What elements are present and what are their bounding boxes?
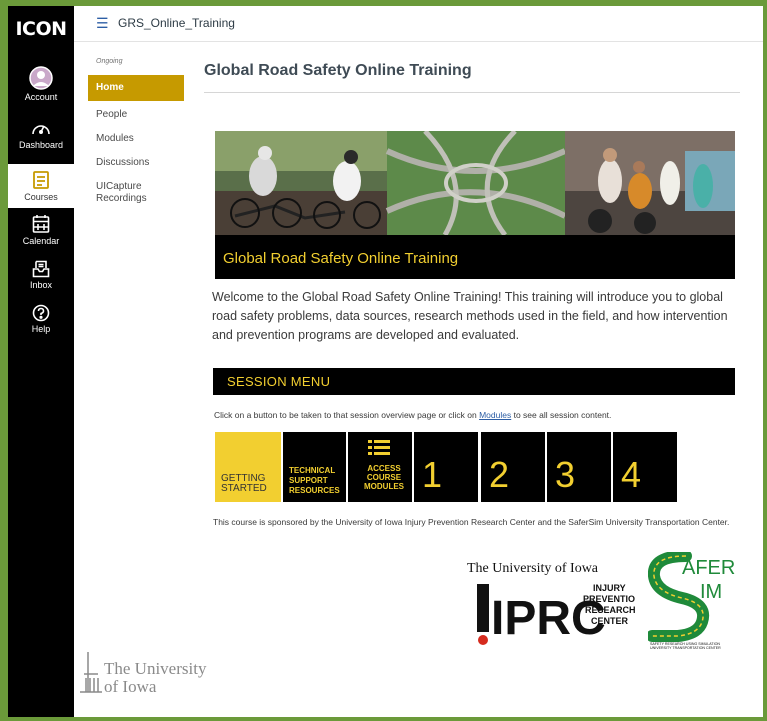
tile-access-modules-label: ACCESS COURSE MODULES <box>364 464 404 491</box>
course-nav-people[interactable]: People <box>88 105 184 125</box>
nav-calendar-label: Calendar <box>22 236 60 246</box>
dashboard-icon <box>32 125 50 135</box>
course-nav-modules[interactable]: Modules <box>88 129 184 149</box>
nav-inbox[interactable]: Inbox <box>8 260 74 296</box>
nav-dashboard-label: Dashboard <box>18 140 64 150</box>
safersim-logo: AFER IM SAFETY RESEARCH USING SIMULATION… <box>646 550 738 650</box>
nav-help-label: Help <box>31 324 51 334</box>
sponsor-text: This course is sponsored by the Universi… <box>213 517 730 527</box>
nav-courses[interactable]: Courses <box>8 164 74 208</box>
tile-session-2[interactable]: 2 <box>481 432 545 502</box>
tile-getting-started-label: GETTING STARTED <box>221 473 267 494</box>
iprc-logo: The University of Iowa IPRC INJURY PREVE… <box>465 558 642 648</box>
list-icon <box>368 440 390 455</box>
tile-session-3[interactable]: 3 <box>547 432 611 502</box>
iprc-line-2: PREVENTION <box>583 594 635 604</box>
uiowa-footer-logo: The University of Iowa <box>78 648 248 698</box>
iprc-line-3: RESEARCH <box>585 605 635 615</box>
nav-help[interactable]: Help <box>8 304 74 340</box>
session-menu-label: SESSION MENU <box>227 374 331 389</box>
calendar-icon <box>32 215 50 233</box>
hamburger-menu-icon[interactable]: ☰ <box>96 16 109 30</box>
nav-calendar[interactable]: Calendar <box>8 214 74 254</box>
iprc-line-1: INJURY <box>593 583 626 593</box>
user-icon <box>29 66 53 90</box>
tile-session-4[interactable]: 4 <box>613 432 677 502</box>
course-nav-discussions[interactable]: Discussions <box>88 153 184 173</box>
safer-text: AFER <box>682 557 735 579</box>
banner-photo-collage <box>215 131 735 235</box>
footer-line-1: The University <box>104 659 207 678</box>
tile-getting-started[interactable]: GETTING STARTED <box>215 432 281 502</box>
tile-session-4-number: 4 <box>621 454 642 495</box>
nav-account-label: Account <box>24 92 58 102</box>
breadcrumb-course[interactable]: GRS_Online_Training <box>118 16 235 30</box>
nav-dashboard[interactable]: Dashboard <box>8 120 74 160</box>
banner-caption: Global Road Safety Online Training <box>223 250 459 267</box>
icon-logo[interactable]: ICON <box>8 18 74 40</box>
tile-session-2-number: 2 <box>489 454 510 495</box>
welcome-text: Welcome to the Global Road Safety Online… <box>212 290 728 342</box>
help-icon <box>32 304 50 322</box>
global-nav: ICON Account Dashboard Courses Calendar … <box>8 6 74 717</box>
course-nav: Ongoing Home People Modules Discussions … <box>88 58 184 209</box>
page-title: Global Road Safety Online Training <box>204 62 472 79</box>
session-menu-header: SESSION MENU <box>213 368 735 395</box>
iprc-line-4: CENTER <box>591 616 629 626</box>
nav-inbox-label: Inbox <box>29 280 53 290</box>
nav-courses-label: Courses <box>24 192 58 202</box>
tile-technical-support[interactable]: TECHNICAL SUPPORT RESOURCES <box>283 432 346 502</box>
tile-technical-support-label: TECHNICAL SUPPORT RESOURCES <box>289 466 340 495</box>
top-bar: ☰ GRS_Online_Training <box>74 6 763 42</box>
courses-icon <box>33 171 49 189</box>
footer-line-2: of Iowa <box>104 677 157 696</box>
hint-text-after: to see all session content. <box>511 410 612 420</box>
title-divider <box>204 92 740 93</box>
session-hint: Click on a button to be taken to that se… <box>214 410 611 420</box>
course-banner: Global Road Safety Online Training <box>215 131 735 279</box>
inbox-icon <box>32 260 50 278</box>
course-term: Ongoing <box>96 58 123 65</box>
hint-text-before: Click on a button to be taken to that se… <box>214 410 480 420</box>
tile-session-1[interactable]: 1 <box>414 432 478 502</box>
tile-session-1-number: 1 <box>422 454 443 495</box>
uiowa-heading: The University of Iowa <box>467 561 599 576</box>
tile-access-modules[interactable]: ACCESS COURSE MODULES <box>348 432 412 502</box>
safer-subtagline: UNIVERSITY TRANSPORTATION CENTER <box>650 646 721 650</box>
course-nav-home[interactable]: Home <box>88 75 184 101</box>
modules-link[interactable]: Modules <box>479 410 511 420</box>
sim-text: IM <box>700 581 722 603</box>
nav-account[interactable]: Account <box>8 66 74 108</box>
course-nav-uicapture[interactable]: UICapture Recordings <box>88 177 152 209</box>
tile-session-3-number: 3 <box>555 454 576 495</box>
